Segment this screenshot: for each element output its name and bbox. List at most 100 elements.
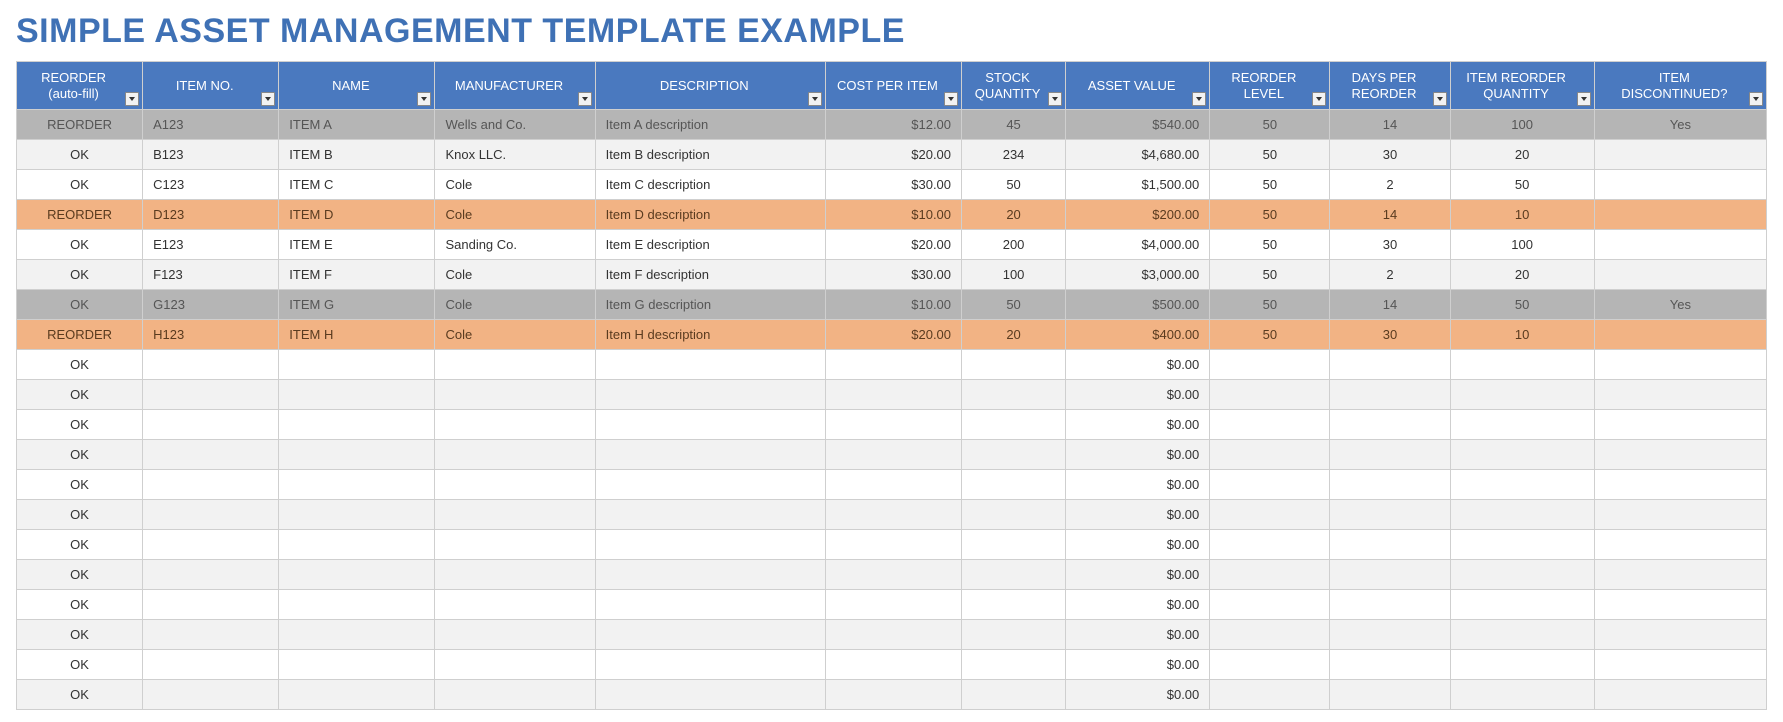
- cell-status[interactable]: OK: [17, 590, 143, 620]
- cell-days-per-reorder[interactable]: [1330, 560, 1450, 590]
- table-row[interactable]: OKC123ITEM CColeItem C description$30.00…: [17, 170, 1767, 200]
- cell-asset-value[interactable]: $0.00: [1066, 680, 1210, 710]
- cell-asset-value[interactable]: $4,000.00: [1066, 230, 1210, 260]
- cell-name[interactable]: [279, 500, 435, 530]
- cell-discontinued[interactable]: Yes: [1594, 110, 1766, 140]
- cell-asset-value[interactable]: $0.00: [1066, 530, 1210, 560]
- filter-dropdown-icon[interactable]: [1577, 92, 1591, 106]
- cell-cost[interactable]: [825, 560, 961, 590]
- cell-cost[interactable]: $20.00: [825, 320, 961, 350]
- cell-stock-qty[interactable]: 100: [962, 260, 1066, 290]
- cell-stock-qty[interactable]: [962, 470, 1066, 500]
- cell-reorder-qty[interactable]: 100: [1450, 110, 1594, 140]
- cell-reorder-level[interactable]: [1210, 560, 1330, 590]
- cell-reorder-qty[interactable]: [1450, 350, 1594, 380]
- cell-reorder-qty[interactable]: [1450, 440, 1594, 470]
- cell-manufacturer[interactable]: Cole: [435, 170, 595, 200]
- table-row[interactable]: OK $0.00: [17, 530, 1767, 560]
- cell-item-no[interactable]: [143, 650, 279, 680]
- cell-reorder-level[interactable]: 50: [1210, 290, 1330, 320]
- table-row[interactable]: OK$0.00: [17, 650, 1767, 680]
- table-row[interactable]: OKG123ITEM GColeItem G description$10.00…: [17, 290, 1767, 320]
- cell-cost[interactable]: [825, 650, 961, 680]
- cell-reorder-qty[interactable]: 50: [1450, 290, 1594, 320]
- table-row[interactable]: OK$0.00: [17, 440, 1767, 470]
- cell-days-per-reorder[interactable]: [1330, 350, 1450, 380]
- cell-name[interactable]: ITEM D: [279, 200, 435, 230]
- column-header[interactable]: MANUFACTURER: [435, 62, 595, 110]
- cell-discontinued[interactable]: [1594, 590, 1766, 620]
- cell-days-per-reorder[interactable]: 14: [1330, 110, 1450, 140]
- cell-reorder-qty[interactable]: [1450, 530, 1594, 560]
- cell-name[interactable]: [279, 560, 435, 590]
- cell-discontinued[interactable]: [1594, 650, 1766, 680]
- cell-item-no[interactable]: B123: [143, 140, 279, 170]
- cell-days-per-reorder[interactable]: [1330, 500, 1450, 530]
- cell-stock-qty[interactable]: [962, 440, 1066, 470]
- cell-manufacturer[interactable]: Knox LLC.: [435, 140, 595, 170]
- filter-dropdown-icon[interactable]: [808, 92, 822, 106]
- cell-days-per-reorder[interactable]: [1330, 470, 1450, 500]
- cell-description[interactable]: [595, 500, 825, 530]
- cell-cost[interactable]: [825, 530, 961, 560]
- cell-manufacturer[interactable]: Cole: [435, 200, 595, 230]
- cell-cost[interactable]: [825, 470, 961, 500]
- cell-description[interactable]: Item H description: [595, 320, 825, 350]
- cell-status[interactable]: OK: [17, 170, 143, 200]
- cell-reorder-level[interactable]: [1210, 620, 1330, 650]
- cell-cost[interactable]: [825, 500, 961, 530]
- column-header[interactable]: DESCRIPTION: [595, 62, 825, 110]
- cell-asset-value[interactable]: $0.00: [1066, 560, 1210, 590]
- cell-status[interactable]: OK: [17, 410, 143, 440]
- cell-days-per-reorder[interactable]: 30: [1330, 320, 1450, 350]
- cell-manufacturer[interactable]: [435, 560, 595, 590]
- cell-name[interactable]: [279, 380, 435, 410]
- cell-manufacturer[interactable]: [435, 410, 595, 440]
- cell-stock-qty[interactable]: 50: [962, 170, 1066, 200]
- cell-item-no[interactable]: [143, 620, 279, 650]
- column-header[interactable]: ITEM DISCONTINUED?: [1594, 62, 1766, 110]
- cell-name[interactable]: [279, 470, 435, 500]
- cell-stock-qty[interactable]: [962, 560, 1066, 590]
- cell-reorder-level[interactable]: [1210, 350, 1330, 380]
- cell-discontinued[interactable]: [1594, 140, 1766, 170]
- cell-manufacturer[interactable]: Cole: [435, 260, 595, 290]
- filter-dropdown-icon[interactable]: [1749, 92, 1763, 106]
- cell-reorder-qty[interactable]: [1450, 680, 1594, 710]
- column-header[interactable]: ITEM REORDER QUANTITY: [1450, 62, 1594, 110]
- cell-manufacturer[interactable]: [435, 680, 595, 710]
- cell-discontinued[interactable]: [1594, 470, 1766, 500]
- table-row[interactable]: OK$0.00: [17, 470, 1767, 500]
- filter-dropdown-icon[interactable]: [1048, 92, 1062, 106]
- cell-reorder-qty[interactable]: [1450, 620, 1594, 650]
- cell-cost[interactable]: [825, 440, 961, 470]
- table-row[interactable]: OK$0.00: [17, 590, 1767, 620]
- cell-asset-value[interactable]: $500.00: [1066, 290, 1210, 320]
- cell-manufacturer[interactable]: Wells and Co.: [435, 110, 595, 140]
- cell-days-per-reorder[interactable]: [1330, 620, 1450, 650]
- cell-status[interactable]: REORDER: [17, 320, 143, 350]
- cell-stock-qty[interactable]: [962, 680, 1066, 710]
- cell-reorder-qty[interactable]: [1450, 650, 1594, 680]
- cell-status[interactable]: REORDER: [17, 200, 143, 230]
- cell-item-no[interactable]: [143, 560, 279, 590]
- cell-description[interactable]: Item F description: [595, 260, 825, 290]
- cell-discontinued[interactable]: [1594, 230, 1766, 260]
- cell-item-no[interactable]: [143, 680, 279, 710]
- cell-reorder-level[interactable]: 50: [1210, 260, 1330, 290]
- cell-manufacturer[interactable]: [435, 590, 595, 620]
- cell-cost[interactable]: [825, 620, 961, 650]
- table-row[interactable]: OK$0.00: [17, 410, 1767, 440]
- cell-asset-value[interactable]: $200.00: [1066, 200, 1210, 230]
- cell-asset-value[interactable]: $0.00: [1066, 350, 1210, 380]
- cell-name[interactable]: ITEM G: [279, 290, 435, 320]
- cell-status[interactable]: OK: [17, 500, 143, 530]
- cell-reorder-level[interactable]: [1210, 380, 1330, 410]
- cell-manufacturer[interactable]: [435, 500, 595, 530]
- cell-reorder-qty[interactable]: [1450, 410, 1594, 440]
- cell-asset-value[interactable]: $4,680.00: [1066, 140, 1210, 170]
- cell-discontinued[interactable]: [1594, 410, 1766, 440]
- cell-status[interactable]: REORDER: [17, 110, 143, 140]
- cell-status[interactable]: OK: [17, 440, 143, 470]
- cell-status[interactable]: OK: [17, 530, 143, 560]
